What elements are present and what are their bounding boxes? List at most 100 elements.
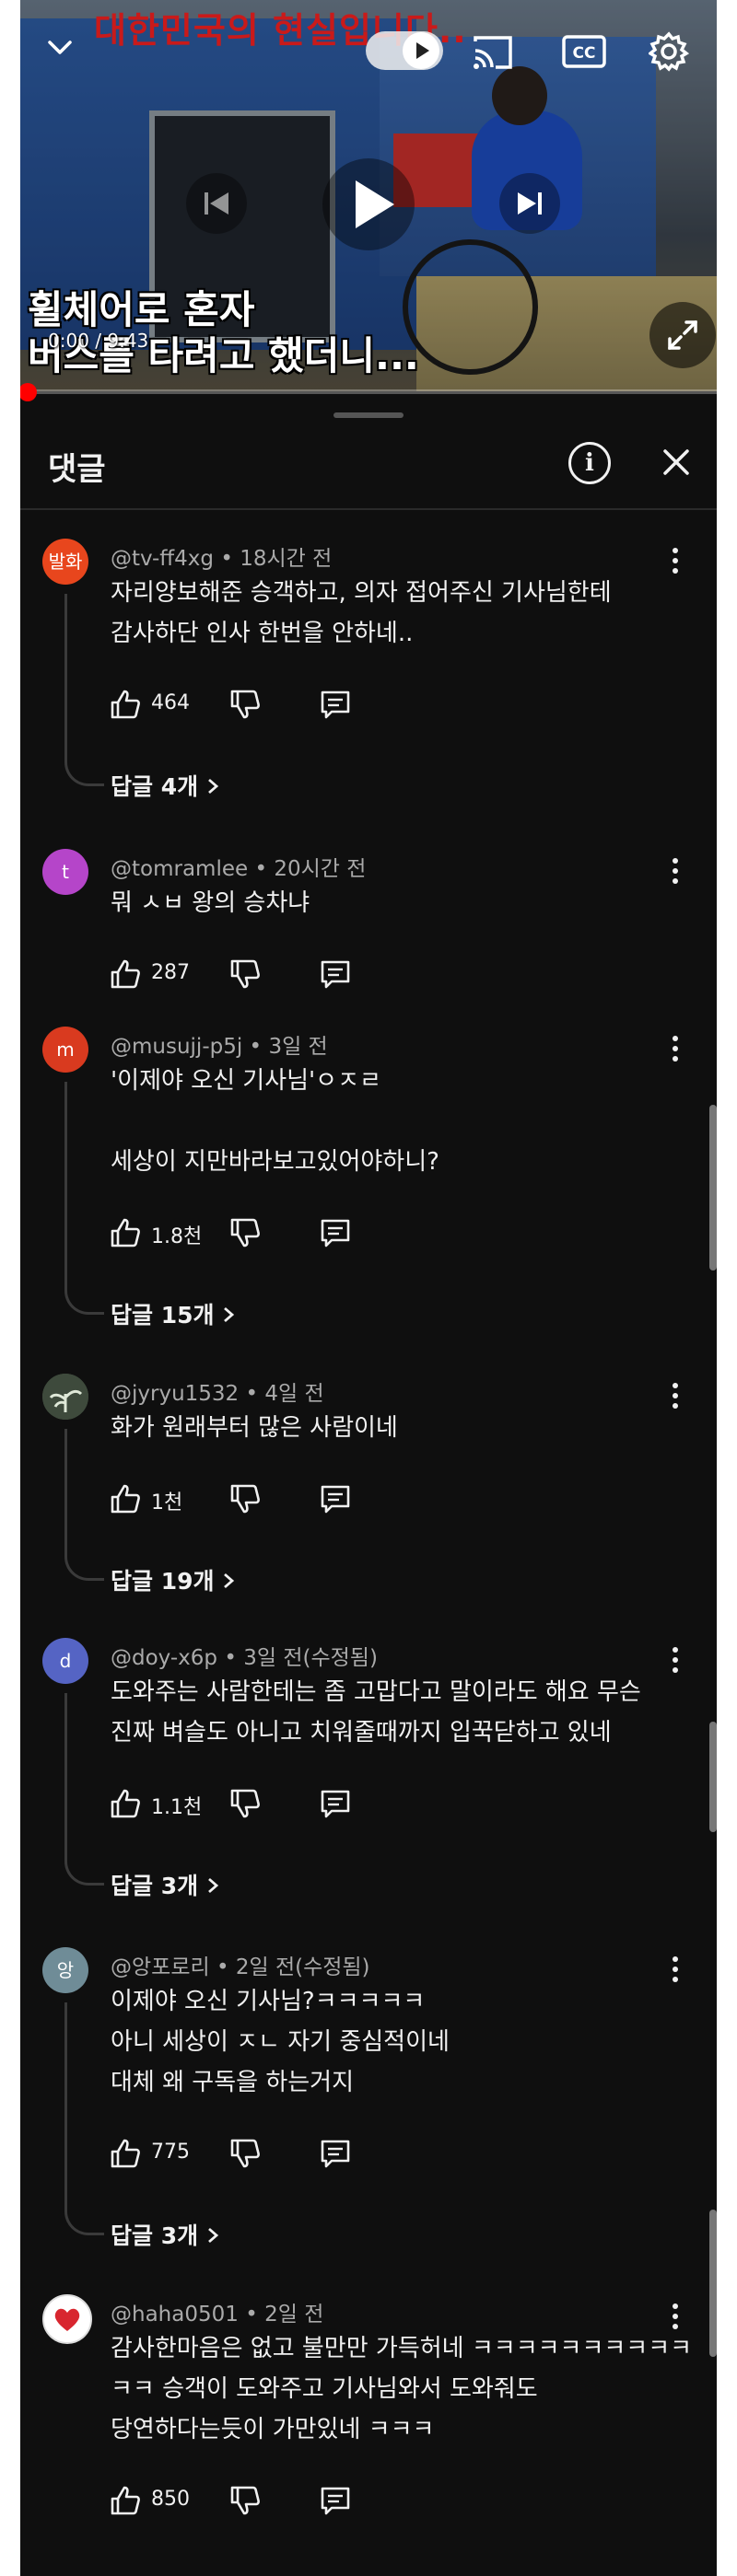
comment-text-line: 이제야 오신 기사님?ㅋㅋㅋㅋㅋ — [111, 1988, 426, 2015]
reply-icon[interactable] — [319, 1216, 352, 1253]
avatar[interactable]: t — [42, 849, 88, 895]
view-replies-link[interactable]: 답글 3개 — [111, 2218, 219, 2251]
like-icon[interactable] — [109, 1787, 142, 1824]
like-count: 775 — [151, 2141, 190, 2164]
cc-icon[interactable]: CC — [562, 35, 606, 72]
autoplay-play-icon — [416, 42, 429, 59]
video-player[interactable]: 대한민국의 현실입니다.. CC 휠체어로 혼자 버스를 타려고 했더니... … — [20, 0, 717, 391]
video-scrubber-handle[interactable] — [20, 383, 37, 401]
play-icon[interactable] — [322, 158, 415, 250]
scrollbar-thumb-1[interactable] — [709, 1105, 717, 1271]
more-options-icon[interactable] — [671, 1647, 680, 1677]
meta-separator: • — [214, 547, 240, 571]
comments-header: 댓글 i — [20, 433, 717, 497]
like-count: 1.8천 — [151, 1225, 203, 1248]
like-icon[interactable] — [109, 688, 142, 725]
view-replies-link[interactable]: 답글 4개 — [111, 769, 219, 802]
like-count: 287 — [151, 961, 190, 984]
video-progress-bar[interactable] — [20, 389, 717, 394]
thread-line — [64, 594, 104, 786]
reply-icon[interactable] — [319, 957, 352, 994]
dislike-icon[interactable] — [228, 957, 262, 994]
like-count: 1천 — [151, 1491, 183, 1514]
comment-text-line: 진짜 벼슬도 아니고 치워줄때까지 입꾹닫하고 있네 — [111, 1719, 612, 1746]
like-icon[interactable] — [109, 957, 142, 994]
comment-text-line: 아니 세상이 ㅈㄴ 자기 중심적이네 — [111, 2028, 450, 2056]
meta-separator: • — [238, 2303, 265, 2327]
previous-icon[interactable] — [186, 173, 247, 234]
info-icon[interactable]: i — [568, 442, 611, 484]
comment-meta: @jyryu1532 • 4일 전 — [111, 1375, 324, 1407]
comment-text-line: 당연하다는듯이 가만있네 ㅋㅋㅋ — [111, 2416, 435, 2443]
comment-author[interactable]: @musujj-p5j — [111, 1035, 242, 1059]
like-icon[interactable] — [109, 1216, 142, 1253]
dislike-icon[interactable] — [228, 2484, 262, 2521]
dislike-icon[interactable] — [228, 1216, 262, 1253]
comment-author[interactable]: @jyryu1532 — [111, 1382, 239, 1406]
comment-text-line: ㅋㅋ 승객이 도와주고 기사님와서 도와줘도 — [111, 2375, 538, 2403]
close-icon[interactable] — [656, 442, 696, 482]
reply-icon[interactable] — [319, 1482, 352, 1519]
avatar[interactable]: 발화 — [42, 539, 88, 585]
comment-meta: @doy-x6p • 3일 전(수정됨) — [111, 1640, 378, 1671]
dislike-icon[interactable] — [228, 1787, 262, 1824]
comment-author[interactable]: @tomramlee — [111, 857, 248, 881]
avatar[interactable]: m — [42, 1027, 88, 1073]
reply-icon[interactable] — [319, 1787, 352, 1824]
more-options-icon[interactable] — [671, 548, 680, 578]
comment-meta: @musujj-p5j • 3일 전 — [111, 1028, 328, 1060]
comment-text-line: '이제야 오신 기사님'ㅇㅈㄹ — [111, 1067, 381, 1095]
comment-text-line: 화가 원래부터 많은 사람이네 — [111, 1414, 398, 1442]
more-options-icon[interactable] — [671, 1383, 680, 1413]
avatar[interactable] — [42, 2294, 92, 2344]
reply-icon[interactable] — [319, 688, 352, 725]
view-replies-link[interactable]: 답글 15개 — [111, 1297, 235, 1330]
comment-text-line: 도와주는 사람한테는 좀 고맙다고 말이라도 해요 무슨 — [111, 1678, 641, 1706]
dislike-icon[interactable] — [228, 2137, 262, 2174]
avatar[interactable]: 앙 — [42, 1947, 88, 1993]
meta-separator: • — [217, 1646, 244, 1670]
reply-icon[interactable] — [319, 2484, 352, 2521]
avatar[interactable] — [42, 1374, 88, 1420]
meta-separator: • — [209, 1955, 236, 1979]
avatar[interactable]: d — [42, 1638, 88, 1684]
comment-text-line: 뭐 ㅅㅂ 왕의 승차냐 — [111, 889, 310, 917]
more-options-icon[interactable] — [671, 1036, 680, 1066]
chevron-down-icon[interactable] — [48, 35, 72, 59]
next-icon[interactable] — [499, 173, 560, 234]
dislike-icon[interactable] — [228, 688, 262, 725]
view-replies-link[interactable]: 답글 3개 — [111, 1868, 219, 1901]
autoplay-toggle[interactable] — [366, 31, 443, 70]
comment-author[interactable]: @tv-ff4xg — [111, 547, 214, 571]
comment-time: 3일 전(수정됨) — [243, 1646, 378, 1670]
chevron-right-icon — [206, 773, 219, 800]
reply-icon[interactable] — [319, 2137, 352, 2174]
like-icon[interactable] — [109, 2484, 142, 2521]
scrollbar-thumb-3[interactable] — [709, 2210, 717, 2357]
chevron-right-icon — [222, 1302, 235, 1329]
more-options-icon[interactable] — [671, 1956, 680, 1987]
view-replies-link[interactable]: 답글 19개 — [111, 1563, 235, 1596]
video-caption-line1: 휠체어로 혼자 — [28, 287, 255, 332]
like-icon[interactable] — [109, 2137, 142, 2174]
dislike-icon[interactable] — [228, 1482, 262, 1519]
drag-handle[interactable] — [333, 412, 404, 418]
fullscreen-icon[interactable] — [649, 302, 716, 368]
comment-text-line: 세상이 지만바라보고있어야하니? — [111, 1148, 439, 1176]
like-count: 850 — [151, 2488, 190, 2511]
cast-icon[interactable] — [472, 34, 514, 75]
like-count: 1.1천 — [151, 1796, 203, 1819]
comment-meta: @tomramlee • 20시간 전 — [111, 851, 366, 882]
comment-time: 3일 전 — [268, 1035, 328, 1059]
comment-author[interactable]: @doy-x6p — [111, 1646, 217, 1670]
comments-title: 댓글 — [48, 451, 106, 488]
comment-author[interactable]: @앙포로리 — [111, 1955, 210, 1979]
scrollbar-thumb-2[interactable] — [709, 1722, 717, 1832]
phone-screen: 대한민국의 현실입니다.. CC 휠체어로 혼자 버스를 타려고 했더니... … — [20, 0, 717, 2576]
like-icon[interactable] — [109, 1482, 142, 1519]
more-options-icon[interactable] — [671, 858, 680, 888]
comment-meta: @haha0501 • 2일 전 — [111, 2296, 323, 2327]
meta-separator: • — [242, 1035, 269, 1059]
comment-author[interactable]: @haha0501 — [111, 2303, 239, 2327]
settings-gear-icon[interactable] — [647, 31, 690, 75]
